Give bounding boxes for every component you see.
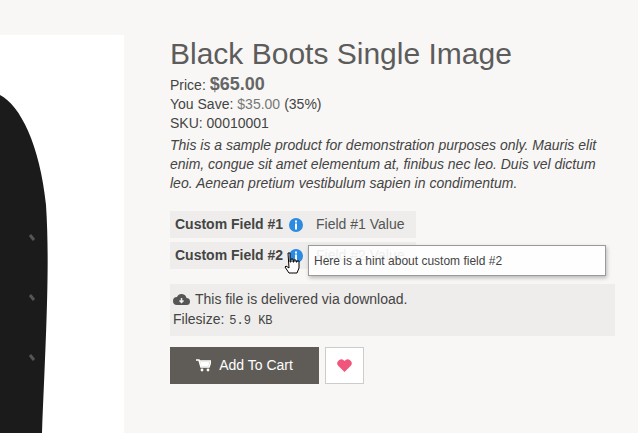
add-to-cart-label: Add To Cart bbox=[219, 355, 293, 376]
save-percent: (35%) bbox=[284, 95, 321, 114]
custom-field-value: Field #1 Value bbox=[310, 214, 410, 235]
download-text: This file is delivered via download. bbox=[195, 289, 407, 309]
download-line: This file is delivered via download. bbox=[173, 289, 612, 309]
save-label: You Save: bbox=[170, 95, 233, 114]
save-amount: $35.00 bbox=[237, 95, 280, 114]
product-image bbox=[0, 35, 124, 433]
price: $65.00 bbox=[210, 74, 265, 94]
hand-cursor-icon bbox=[283, 252, 301, 274]
download-info: This file is delivered via download.File… bbox=[170, 284, 615, 336]
filesize: 5.9 KB bbox=[229, 311, 272, 331]
info-icon[interactable] bbox=[289, 218, 303, 232]
price-row: Price:$65.00 bbox=[170, 74, 620, 95]
wishlist-button[interactable] bbox=[325, 347, 364, 384]
filesize-label: Filesize: bbox=[173, 309, 224, 329]
description: This is a sample product for demonstrati… bbox=[170, 136, 616, 193]
product-title: Black Boots Single Image bbox=[170, 36, 620, 72]
sku: SKU: 00010001 bbox=[170, 114, 620, 133]
custom-field-row: Custom Field #1 Field #1 Value bbox=[170, 211, 416, 238]
button-row: Add To Cart bbox=[170, 347, 620, 384]
save-row: You Save:$35.00(35%) bbox=[170, 95, 620, 114]
tooltip: Here is a hint about custom field #2 bbox=[308, 245, 606, 276]
heart-icon bbox=[337, 359, 352, 372]
cloud-download-icon bbox=[173, 293, 190, 306]
custom-field-label: Custom Field #1 bbox=[170, 214, 310, 235]
custom-field-row: Custom Field #2Field #2 ValueHere is a h… bbox=[170, 242, 416, 269]
price-label: Price: bbox=[170, 75, 206, 95]
filesize-line: Filesize:5.9 KB bbox=[173, 309, 612, 331]
custom-fields: Custom Field #1Field #1 ValueCustom Fiel… bbox=[170, 211, 416, 269]
label-text: Custom Field #1 bbox=[175, 214, 283, 235]
add-to-cart-button[interactable]: Add To Cart bbox=[170, 347, 319, 384]
cart-icon bbox=[196, 359, 211, 372]
label-text: Custom Field #2 bbox=[175, 245, 283, 266]
